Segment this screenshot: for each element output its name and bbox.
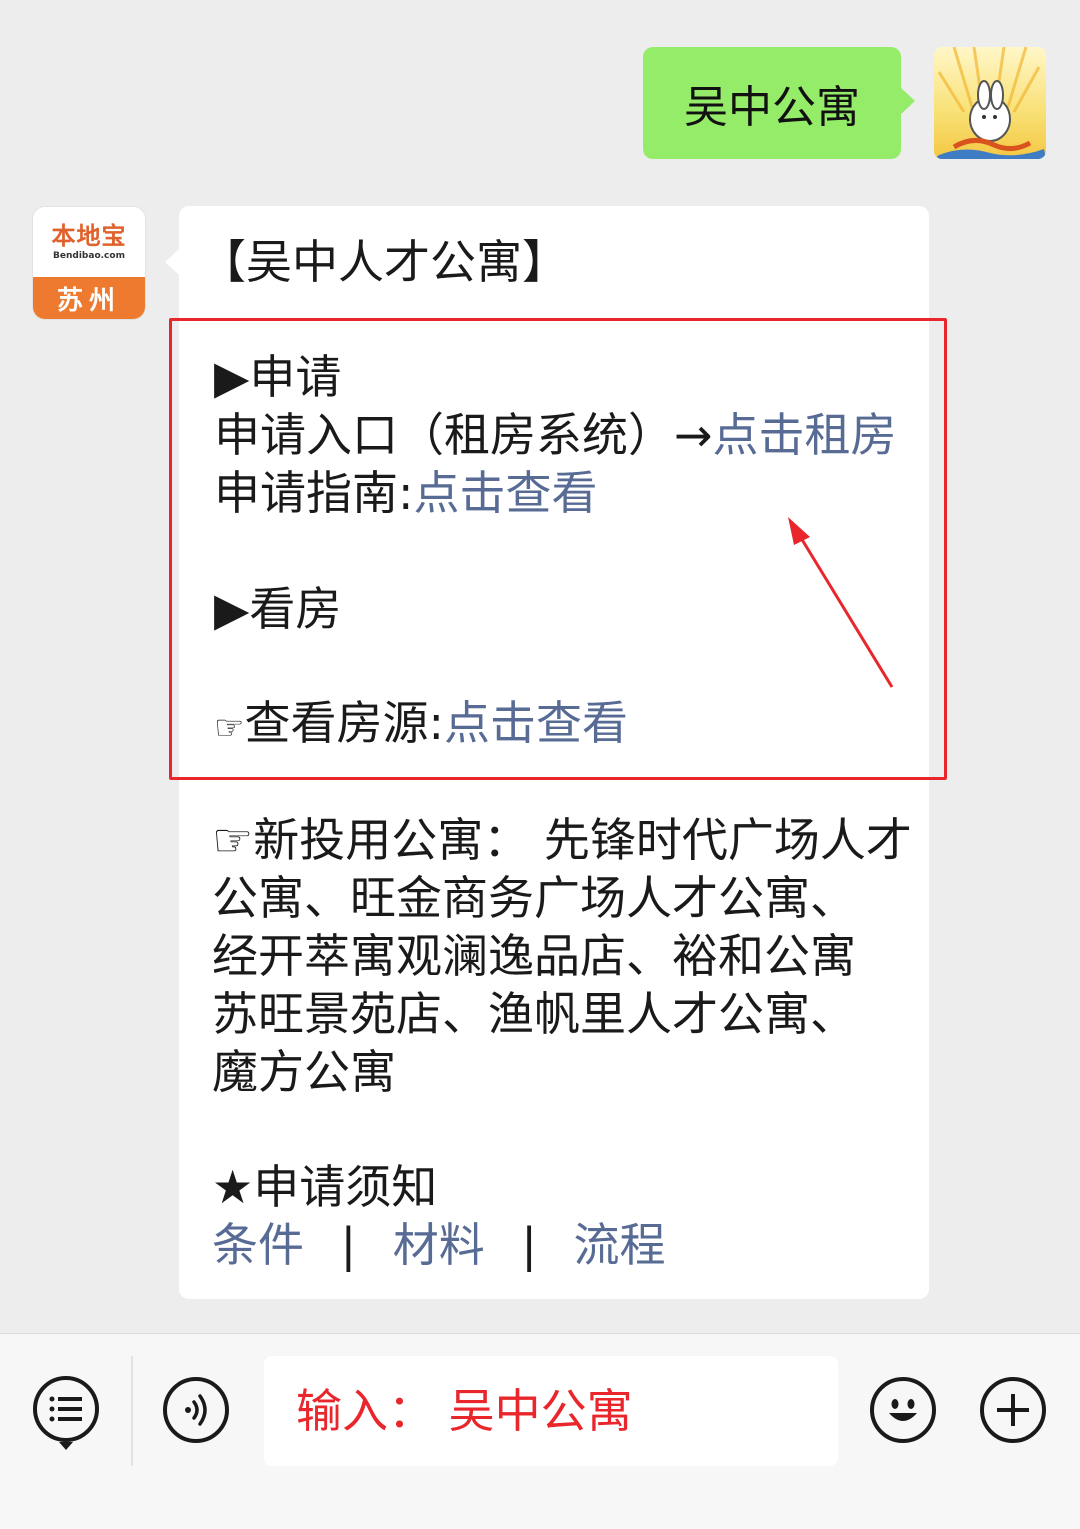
avatar-logo-area: 本地宝 Bendibao.com — [33, 207, 145, 277]
toolbar-divider — [131, 1356, 133, 1466]
official-account-avatar[interactable]: 本地宝 Bendibao.com 苏州 — [33, 207, 145, 319]
more-button[interactable] — [980, 1377, 1046, 1443]
new-apartments-line-2: 公寓、旺金商务广场人才公寓、 — [212, 871, 856, 925]
chat-input-bar: 输入： 吴中公寓 — [0, 1333, 1080, 1529]
notice-link-process[interactable]: 流程 — [574, 1218, 666, 1272]
voice-button[interactable] — [163, 1377, 229, 1443]
avatar-site-text: Bendibao.com — [53, 251, 125, 261]
notice-heading: ★申请须知 — [212, 1160, 438, 1214]
outgoing-message-bubble[interactable]: 吴中公寓 — [643, 47, 915, 159]
card-title: 【吴中人才公寓】 — [200, 235, 568, 289]
notice-link-materials[interactable]: 材料 — [393, 1218, 485, 1272]
menu-button[interactable] — [33, 1376, 99, 1442]
link-separator: | — [521, 1218, 537, 1272]
link-separator: | — [340, 1218, 357, 1272]
outgoing-message-text: 吴中公寓 — [684, 82, 860, 133]
notice-link-conditions[interactable]: 条件 — [212, 1218, 304, 1272]
emoji-button[interactable] — [870, 1377, 936, 1443]
new-apartments-line-4: 苏旺景苑店、渔帆里人才公寓、 — [212, 987, 856, 1041]
user-avatar[interactable] — [934, 47, 1046, 159]
avatar-city-text: 苏州 — [33, 277, 145, 319]
message-input-text: 输入： 吴中公寓 — [296, 1384, 633, 1438]
new-apartments-line-1: ☞新投用公寓： 先锋时代广场人才 — [212, 813, 912, 867]
avatar-logo-text: 本地宝 — [51, 221, 127, 250]
new-apartments-line-3: 经开萃寓观澜逸品店、裕和公寓 — [212, 929, 856, 983]
new-apartments-line-5: 魔方公寓 — [212, 1045, 396, 1099]
annotation-arrow-icon — [788, 517, 894, 688]
voice-icon — [185, 1394, 207, 1426]
message-input[interactable]: 输入： 吴中公寓 — [264, 1356, 838, 1466]
menu-list-icon — [49, 1396, 82, 1422]
notice-links-row: 条件 | 材料 | 流程 — [212, 1216, 666, 1274]
user-avatar-illustration — [934, 47, 1046, 159]
menu-caret-icon — [59, 1442, 73, 1450]
plus-icon — [997, 1394, 1029, 1426]
smiley-face-icon — [889, 1399, 917, 1421]
